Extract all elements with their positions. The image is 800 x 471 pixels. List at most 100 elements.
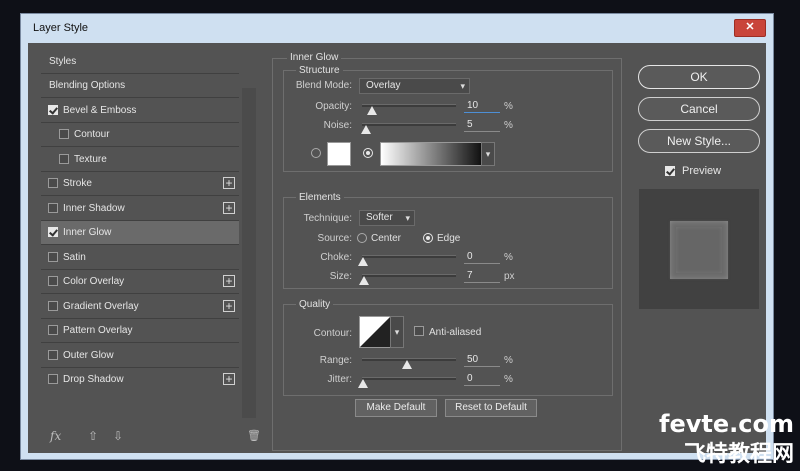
noise-slider-thumb[interactable]	[361, 125, 371, 134]
styles-scrollbar[interactable]	[242, 88, 256, 418]
pattern-overlay-checkbox[interactable]	[48, 325, 58, 335]
bevel-emboss-checkbox[interactable]	[48, 105, 58, 115]
style-item-stroke[interactable]: Stroke +	[41, 172, 239, 196]
style-item-label: Satin	[63, 252, 86, 263]
gradient-radio[interactable]	[363, 148, 373, 158]
elements-group: Elements Technique: Softer ▾ Source: Cen…	[283, 192, 613, 289]
reset-to-default-button[interactable]: Reset to Default	[445, 399, 537, 417]
style-item-gradient-overlay[interactable]: Gradient Overlay +	[41, 295, 239, 319]
style-item-color-overlay[interactable]: Color Overlay +	[41, 270, 239, 294]
glow-gradient-picker[interactable]	[380, 142, 482, 166]
choke-slider-track[interactable]	[362, 255, 456, 258]
blend-mode-select[interactable]: Overlay ▾	[359, 78, 470, 94]
size-slider-track[interactable]	[362, 274, 456, 277]
new-style-button[interactable]: New Style...	[638, 129, 760, 153]
outer-glow-checkbox[interactable]	[48, 350, 58, 360]
style-item-bevel-emboss[interactable]: Bevel & Emboss	[41, 99, 239, 123]
style-item-pattern-overlay[interactable]: Pattern Overlay	[41, 319, 239, 343]
range-input[interactable]: 50	[464, 353, 500, 367]
stroke-checkbox[interactable]	[48, 178, 58, 188]
size-slider-thumb[interactable]	[359, 276, 369, 285]
move-up-icon[interactable]: ⇧	[88, 429, 98, 443]
add-stroke-button[interactable]: +	[223, 177, 235, 189]
preview-swatch-inner	[676, 227, 722, 273]
close-button[interactable]: ✕	[734, 19, 766, 37]
anti-aliased-label[interactable]: Anti-aliased	[429, 327, 481, 338]
contour-checkbox[interactable]	[59, 129, 69, 139]
style-item-label: Bevel & Emboss	[63, 105, 137, 116]
inner-glow-title: Inner Glow	[287, 52, 342, 63]
opacity-slider-thumb[interactable]	[367, 106, 377, 115]
source-label: Source:	[317, 233, 352, 244]
style-item-inner-shadow[interactable]: Inner Shadow +	[41, 197, 239, 221]
jitter-input[interactable]: 0	[464, 372, 500, 386]
jitter-slider-track[interactable]	[362, 377, 456, 380]
style-preview	[639, 189, 759, 309]
contour-thumbnail[interactable]	[359, 316, 391, 348]
style-item-drop-shadow[interactable]: Drop Shadow +	[41, 368, 239, 392]
trash-icon[interactable]: 🗑	[247, 429, 261, 442]
style-item-label: Pattern Overlay	[63, 325, 133, 336]
inner-shadow-checkbox[interactable]	[48, 203, 58, 213]
blending-options-item[interactable]: Blending Options	[41, 74, 239, 98]
style-item-label: Contour	[74, 129, 110, 140]
style-item-outer-glow[interactable]: Outer Glow	[41, 344, 239, 368]
style-item-label: Outer Glow	[63, 350, 114, 361]
style-item-inner-glow[interactable]: Inner Glow	[41, 221, 239, 245]
add-color-overlay-button[interactable]: +	[223, 275, 235, 287]
chevron-down-icon: ▾	[405, 213, 410, 223]
jitter-slider-thumb[interactable]	[358, 379, 368, 388]
range-unit: %	[504, 355, 513, 366]
style-item-label: Stroke	[63, 178, 92, 189]
style-item-satin[interactable]: Satin	[41, 246, 239, 270]
drop-shadow-checkbox[interactable]	[48, 374, 58, 384]
choke-input[interactable]: 0	[464, 250, 500, 264]
styles-header[interactable]: Styles	[41, 50, 239, 74]
satin-checkbox[interactable]	[48, 252, 58, 262]
source-center-radio[interactable]	[357, 233, 367, 243]
gradient-dropdown-chevron-icon[interactable]: ▾	[481, 142, 495, 166]
jitter-label: Jitter:	[327, 374, 352, 385]
opacity-label: Opacity:	[315, 101, 352, 112]
color-overlay-checkbox[interactable]	[48, 276, 58, 286]
size-input[interactable]: 7	[464, 269, 500, 283]
preview-checkbox[interactable]	[665, 166, 675, 176]
style-item-contour[interactable]: Contour	[41, 123, 239, 147]
source-edge-label[interactable]: Edge	[437, 233, 460, 244]
gradient-overlay-checkbox[interactable]	[48, 301, 58, 311]
inner-glow-checkbox[interactable]	[48, 227, 58, 237]
contour-label: Contour:	[313, 328, 352, 339]
texture-checkbox[interactable]	[59, 154, 69, 164]
range-slider-thumb[interactable]	[402, 360, 412, 369]
style-item-label: Gradient Overlay	[63, 301, 139, 312]
chevron-down-icon: ▾	[460, 81, 465, 91]
technique-value: Softer	[366, 212, 393, 223]
add-gradient-overlay-button[interactable]: +	[223, 300, 235, 312]
ok-button[interactable]: OK	[638, 65, 760, 89]
cancel-button[interactable]: Cancel	[638, 97, 760, 121]
size-unit: px	[504, 271, 515, 282]
add-inner-shadow-button[interactable]: +	[223, 202, 235, 214]
make-default-button[interactable]: Make Default	[355, 399, 437, 417]
watermark-site-name: 飞特教程网	[683, 442, 794, 467]
technique-select[interactable]: Softer ▾	[359, 210, 415, 226]
style-item-label: Inner Glow	[63, 227, 112, 238]
contour-dropdown-chevron-icon[interactable]: ▾	[390, 316, 404, 348]
noise-slider-track[interactable]	[362, 123, 456, 126]
style-item-texture[interactable]: Texture	[41, 148, 239, 172]
opacity-unit: %	[504, 101, 513, 112]
choke-slider-thumb[interactable]	[358, 257, 368, 266]
noise-unit: %	[504, 120, 513, 131]
move-down-icon[interactable]: ⇩	[113, 429, 123, 443]
glow-color-swatch[interactable]	[327, 142, 351, 166]
add-drop-shadow-button[interactable]: +	[223, 373, 235, 385]
solid-color-radio[interactable]	[311, 148, 321, 158]
source-edge-radio[interactable]	[423, 233, 433, 243]
fx-icon[interactable]: fx	[50, 429, 61, 443]
anti-aliased-checkbox[interactable]	[414, 326, 424, 336]
source-center-label[interactable]: Center	[371, 233, 401, 244]
preview-label[interactable]: Preview	[682, 165, 721, 177]
contour-curve-icon	[360, 317, 390, 347]
opacity-input[interactable]: 10	[464, 99, 500, 113]
noise-input[interactable]: 5	[464, 118, 500, 132]
